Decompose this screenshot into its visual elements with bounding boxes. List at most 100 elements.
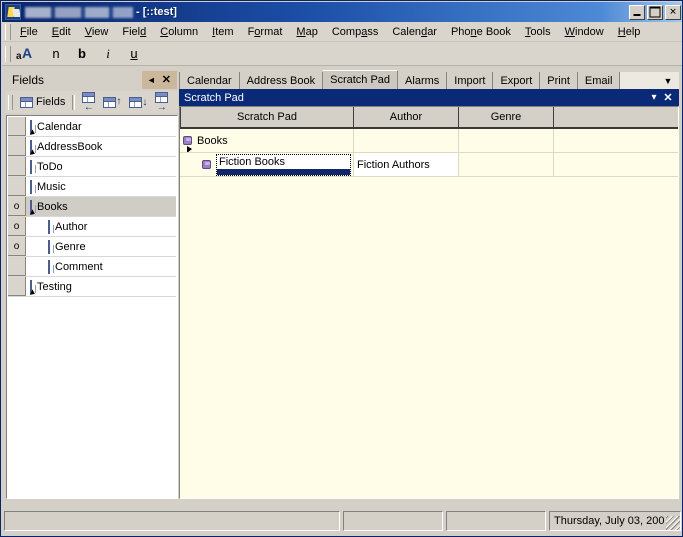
menu-item-tools[interactable]: Tools bbox=[518, 24, 558, 40]
fields-tree-gutter[interactable]: o bbox=[8, 217, 26, 236]
grid-cell-author[interactable] bbox=[354, 129, 459, 152]
menu-item-item[interactable]: Item bbox=[205, 24, 240, 40]
fields-tree-gutter[interactable] bbox=[8, 117, 26, 136]
fields-tree-gutter[interactable] bbox=[8, 157, 26, 176]
move-field-up-button[interactable]: ↑ bbox=[99, 96, 125, 109]
menu-item-phone-book[interactable]: Phone Book bbox=[444, 24, 518, 40]
toolbar-separator bbox=[72, 94, 76, 110]
menu-item-calendar[interactable]: Calendar bbox=[385, 24, 444, 40]
expander-icon[interactable] bbox=[202, 160, 211, 169]
fields-tree-item-music[interactable]: Music bbox=[8, 177, 176, 197]
fields-tree-item-body: Comment bbox=[26, 257, 176, 276]
expander-icon[interactable] bbox=[183, 136, 192, 152]
fields-tree-item-testing[interactable]: Testing bbox=[8, 277, 176, 297]
tab-alarms[interactable]: Alarms bbox=[398, 72, 448, 89]
fields-tree-item-body: ToDo bbox=[26, 157, 176, 176]
grid-cell-genre[interactable] bbox=[459, 129, 554, 152]
format-toolbar-grip[interactable] bbox=[5, 45, 11, 62]
fields-toolbar-button[interactable]: Fields bbox=[16, 95, 69, 109]
status-panel-2 bbox=[343, 510, 443, 531]
normal-button[interactable]: n bbox=[43, 44, 69, 64]
grid-cell-scratch-pad[interactable]: Books bbox=[180, 129, 354, 152]
application-window: - [::test] ✕ File Edit View Field Column Item… bbox=[0, 0, 683, 537]
italic-button[interactable]: i bbox=[95, 44, 121, 64]
fields-tree-gutter[interactable] bbox=[8, 137, 26, 156]
tab-strip: Calendar Address Book Scratch Pad Alarms Imp… bbox=[179, 70, 679, 89]
grid-icon bbox=[20, 96, 33, 108]
grid-cell-blank[interactable] bbox=[554, 153, 678, 176]
move-field-down-button[interactable]: ↓ bbox=[125, 96, 151, 109]
fields-tree-item-label: ToDo bbox=[37, 160, 63, 173]
column-header-genre[interactable]: Genre bbox=[459, 107, 554, 127]
chevron-down-icon[interactable]: ▾ bbox=[647, 91, 661, 105]
fields-tree-gutter[interactable] bbox=[8, 257, 26, 276]
fields-tree-gutter[interactable] bbox=[8, 277, 26, 296]
fields-tree-item-books[interactable]: o Books bbox=[8, 197, 176, 217]
grid-cell-genre[interactable] bbox=[459, 153, 554, 176]
move-field-right-button[interactable]: → bbox=[151, 91, 172, 114]
font-button[interactable]: aA bbox=[13, 44, 43, 64]
menu-item-edit[interactable]: Edit bbox=[45, 24, 78, 40]
fields-panel-title: Fields bbox=[12, 73, 45, 87]
fields-tree-item-body: Genre bbox=[26, 237, 176, 256]
menu-item-map[interactable]: Map bbox=[289, 24, 324, 40]
table-row[interactable]: Books bbox=[180, 129, 678, 153]
scratch-pad-grid[interactable]: Scratch Pad Author Genre Books Fiction B… bbox=[179, 106, 679, 499]
fields-tree-gutter[interactable] bbox=[8, 177, 26, 196]
mdi-close-icon[interactable]: ✕ bbox=[661, 91, 675, 105]
menu-item-window[interactable]: Window bbox=[558, 24, 611, 40]
tab-scratch-pad[interactable]: Scratch Pad bbox=[323, 70, 399, 89]
menu-item-view[interactable]: View bbox=[78, 24, 116, 40]
fields-tree-item-addressbook[interactable]: AddressBook bbox=[8, 137, 176, 157]
menu-item-file[interactable]: File bbox=[13, 24, 45, 40]
grid-cell-author[interactable]: Fiction Authors bbox=[354, 153, 459, 176]
fields-tree-item-author[interactable]: o Author bbox=[8, 217, 176, 237]
underline-button[interactable]: u bbox=[121, 44, 147, 64]
column-header-scratch-pad[interactable]: Scratch Pad bbox=[180, 107, 354, 127]
tab-import[interactable]: Import bbox=[447, 72, 494, 89]
menu-item-column[interactable]: Column bbox=[153, 24, 205, 40]
tab-print[interactable]: Print bbox=[540, 72, 578, 89]
fields-tree-item-label: Music bbox=[37, 180, 66, 193]
collapse-icon[interactable]: ◄ bbox=[147, 75, 156, 85]
fields-tree-item-comment[interactable]: Comment bbox=[8, 257, 176, 277]
fields-tree-item-calendar[interactable]: Calendar bbox=[8, 117, 176, 137]
fields-panel: Fields ◄ ✕ Fields ← ↑ ↓ → Calendar Addre… bbox=[6, 70, 178, 499]
grid-cell-text: Books bbox=[197, 134, 228, 147]
bold-button[interactable]: b bbox=[69, 44, 95, 64]
fields-tree-item-todo[interactable]: ToDo bbox=[8, 157, 176, 177]
tab-address-book[interactable]: Address Book bbox=[239, 72, 324, 89]
menu-drag-grip[interactable] bbox=[5, 23, 11, 40]
resize-grip-icon[interactable] bbox=[666, 515, 680, 530]
fields-toolbar-grip[interactable] bbox=[8, 94, 13, 110]
tab-export[interactable]: Export bbox=[493, 72, 541, 89]
menu-item-help[interactable]: Help bbox=[611, 24, 648, 40]
cell-editor[interactable]: Fiction Books bbox=[216, 153, 351, 176]
fields-tree-item-label: AddressBook bbox=[37, 140, 103, 153]
tab-overflow-dropdown[interactable]: ▼ bbox=[657, 72, 679, 89]
table-row[interactable]: Fiction Books Fiction Authors bbox=[180, 153, 678, 177]
menu-item-format[interactable]: Format bbox=[241, 24, 290, 40]
maximize-button[interactable] bbox=[647, 4, 663, 20]
move-field-left-button[interactable]: ← bbox=[78, 91, 99, 114]
grid-cell-scratch-pad[interactable]: Fiction Books bbox=[180, 153, 354, 176]
table-icon bbox=[48, 219, 50, 234]
close-panel-icon[interactable]: ✕ bbox=[162, 74, 171, 86]
minimize-button[interactable] bbox=[629, 4, 645, 20]
fields-tree-item-genre[interactable]: o Genre bbox=[8, 237, 176, 257]
menu-item-compass[interactable]: Compass bbox=[325, 24, 385, 40]
cell-editor-selection-bar bbox=[217, 168, 350, 175]
menu-item-field[interactable]: Field bbox=[115, 24, 153, 40]
fields-tree[interactable]: Calendar AddressBook ToDo Music o Books o Autho… bbox=[6, 115, 178, 499]
fields-tree-gutter[interactable]: o bbox=[8, 237, 26, 256]
column-header-author[interactable]: Author bbox=[354, 107, 459, 127]
fields-tree-item-label: Testing bbox=[37, 280, 72, 293]
tab-email[interactable]: Email bbox=[577, 72, 621, 89]
tab-calendar[interactable]: Calendar bbox=[179, 72, 240, 89]
fields-tree-gutter[interactable]: o bbox=[8, 197, 26, 216]
format-toolbar: aA n b i u bbox=[2, 42, 682, 66]
close-button[interactable]: ✕ bbox=[665, 4, 681, 20]
scratch-pad-window: Calendar Address Book Scratch Pad Alarms Imp… bbox=[179, 70, 679, 499]
grid-cell-blank[interactable] bbox=[554, 129, 678, 152]
column-header-blank[interactable] bbox=[554, 107, 678, 127]
